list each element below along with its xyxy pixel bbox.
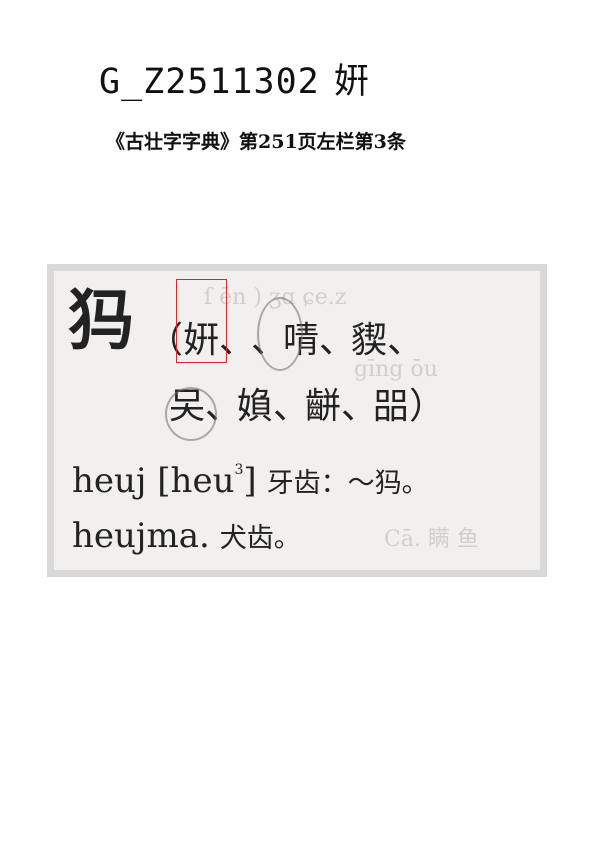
separator: 、 (273, 385, 305, 429)
pen-circle-mark (257, 297, 303, 371)
separator: 、 (341, 385, 373, 429)
pen-circle-mark (165, 387, 217, 441)
separator: 、 (319, 319, 351, 363)
bleed-through-text: Cā. 瞒 鱼 (384, 521, 479, 553)
example-romanization: heujma. (72, 516, 210, 556)
target-glyph-highlight (176, 279, 227, 363)
entry-headword: 犸 (68, 283, 134, 357)
variant-form: 䝟 (351, 319, 387, 363)
separator: 、 (387, 319, 419, 363)
ipa-close: ] (243, 461, 256, 501)
variant-form: 媍 (237, 385, 273, 429)
close-paren: ） (409, 385, 445, 429)
ipa-open: [heu (157, 461, 234, 501)
example-gloss: 犬齿。 (220, 523, 301, 554)
example-line: heujma. 犬齿。 (72, 515, 301, 560)
character-glyph: 姸 (334, 62, 370, 102)
dictionary-scan-frame: ſ ēn ) ʒɑ ɕe.z gīng ōu Cā. 瞒 鱼 犸 （姸、𫟾、啨、… (47, 264, 547, 577)
character-code-title: G_Z2511302 姸 (99, 60, 370, 104)
dictionary-scan: ſ ēn ) ʒɑ ɕe.z gīng ōu Cā. 瞒 鱼 犸 （姸、𫟾、啨、… (54, 271, 540, 570)
variant-form: 㗊 (373, 385, 409, 429)
romanization: heuj (72, 461, 146, 501)
variant-form: 𪘀 (305, 385, 341, 429)
pronunciation-line: heuj [heu3] 牙齿：～犸。 (72, 449, 429, 505)
gloss: 牙齿：～犸。 (267, 468, 429, 499)
source-reference: 《古壮字字典》第251页左栏第3条 (106, 129, 406, 155)
character-code: G_Z2511302 (99, 62, 320, 102)
